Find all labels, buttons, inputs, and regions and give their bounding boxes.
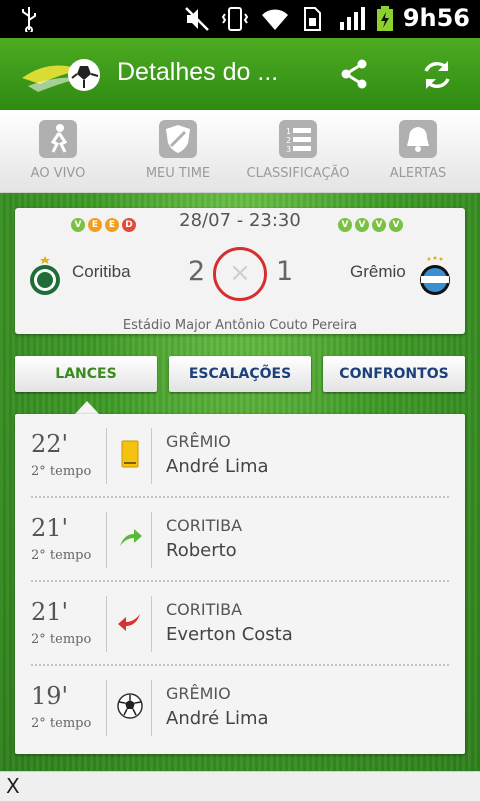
close-button[interactable]: X [6, 774, 20, 798]
svg-text:1: 1 [286, 127, 291, 136]
event-team: CORITIBA [166, 600, 243, 619]
divider [106, 428, 107, 484]
form-dot: V [355, 218, 369, 232]
tab-label: CLASSIFICAÇÃO [246, 166, 350, 181]
ranking-list-icon: 1 2 3 [279, 120, 317, 158]
vs-badge: × [213, 247, 267, 301]
home-team-name: Coritiba [72, 262, 131, 281]
list-item[interactable]: 19' 2° tempo GRÊMIO André Lima [15, 666, 465, 750]
event-player: Everton Costa [166, 624, 293, 645]
form-dot: V [389, 218, 403, 232]
app-bar: Detalhes do ... [0, 38, 480, 110]
usb-icon [22, 7, 36, 32]
tab-escalacoes[interactable]: ESCALAÇÕES [169, 356, 311, 392]
event-team: GRÊMIO [166, 432, 231, 451]
vs-symbol: × [229, 258, 251, 288]
active-tab-pointer [75, 401, 99, 414]
tab-classificacao[interactable]: 1 2 3 CLASSIFICAÇÃO [240, 110, 356, 192]
away-team-name: Grêmio [350, 262, 406, 281]
soccer-ball-logo[interactable] [20, 48, 102, 100]
tab-ao-vivo[interactable]: AO VIVO [0, 110, 116, 192]
list-item[interactable]: 21' 2° tempo CORITIBA Everton Costa [15, 582, 465, 666]
player-icon [39, 120, 77, 158]
divider [151, 596, 152, 652]
event-minute: 19' [31, 682, 69, 710]
event-minute: 21' [31, 514, 69, 542]
event-period: 2° tempo [31, 632, 92, 647]
svg-text:3: 3 [286, 145, 291, 154]
status-time: 9h56 [402, 4, 470, 32]
event-period: 2° tempo [31, 464, 92, 479]
divider [151, 680, 152, 736]
event-player: Roberto [166, 540, 237, 561]
substitution-in-icon [120, 529, 142, 546]
event-minute: 21' [31, 598, 69, 626]
tab-label: AO VIVO [30, 166, 86, 181]
divider [151, 512, 152, 568]
form-dot: V [372, 218, 386, 232]
event-period: 2° tempo [31, 548, 92, 563]
tab-bar: AO VIVO MEU TIME 1 2 3 CLASSIFICAÇÃO ALE… [0, 110, 480, 193]
refresh-icon[interactable] [420, 58, 454, 92]
signal-icon [340, 7, 365, 30]
svg-text:2: 2 [286, 136, 291, 145]
mute-icon [185, 7, 209, 31]
away-score: 1 [276, 256, 294, 287]
tab-confrontos[interactable]: CONFRONTOS [323, 356, 465, 392]
shield-icon [159, 120, 197, 158]
form-dot: V [338, 218, 352, 232]
divider [106, 512, 107, 568]
yellow-card-icon [121, 440, 139, 468]
wifi-icon [262, 9, 288, 30]
divider [106, 680, 107, 736]
divider [151, 428, 152, 484]
tab-alertas[interactable]: ALERTAS [360, 110, 476, 192]
share-icon[interactable] [338, 58, 370, 90]
battery-charging-icon [377, 6, 393, 31]
event-period: 2° tempo [31, 716, 92, 731]
event-player: André Lima [166, 456, 269, 477]
vibrate-icon [221, 7, 249, 31]
status-bar: 9h56 [0, 0, 480, 38]
gremio-crest-icon [420, 256, 450, 295]
list-item[interactable]: 21' 2° tempo CORITIBA Roberto [15, 498, 465, 582]
tab-lances[interactable]: LANCES [15, 356, 157, 392]
stadium-name: Estádio Major Antônio Couto Pereira [122, 318, 358, 333]
list-item[interactable]: 22' 2° tempo GRÊMIO André Lima [15, 414, 465, 498]
match-score-card: V E E D 28/07 - 23:30 V V V V Coritiba 2… [15, 208, 465, 334]
sim-icon [304, 7, 321, 31]
bell-icon [399, 120, 437, 158]
events-list: 22' 2° tempo GRÊMIO André Lima 21' 2° te… [15, 414, 465, 754]
tab-label: ALERTAS [389, 166, 447, 181]
substitution-out-icon [118, 614, 140, 631]
bottom-bar: X [0, 771, 480, 801]
tab-meu-time[interactable]: MEU TIME [120, 110, 236, 192]
coritiba-crest-icon [30, 256, 60, 295]
tab-label: MEU TIME [145, 166, 211, 181]
event-team: GRÊMIO [166, 684, 231, 703]
event-team: CORITIBA [166, 516, 243, 535]
home-score: 2 [188, 256, 206, 287]
event-minute: 22' [31, 430, 69, 458]
event-player: André Lima [166, 708, 269, 729]
page-title: Detalhes do ... [117, 58, 279, 86]
divider [106, 596, 107, 652]
goal-ball-icon [117, 693, 143, 719]
